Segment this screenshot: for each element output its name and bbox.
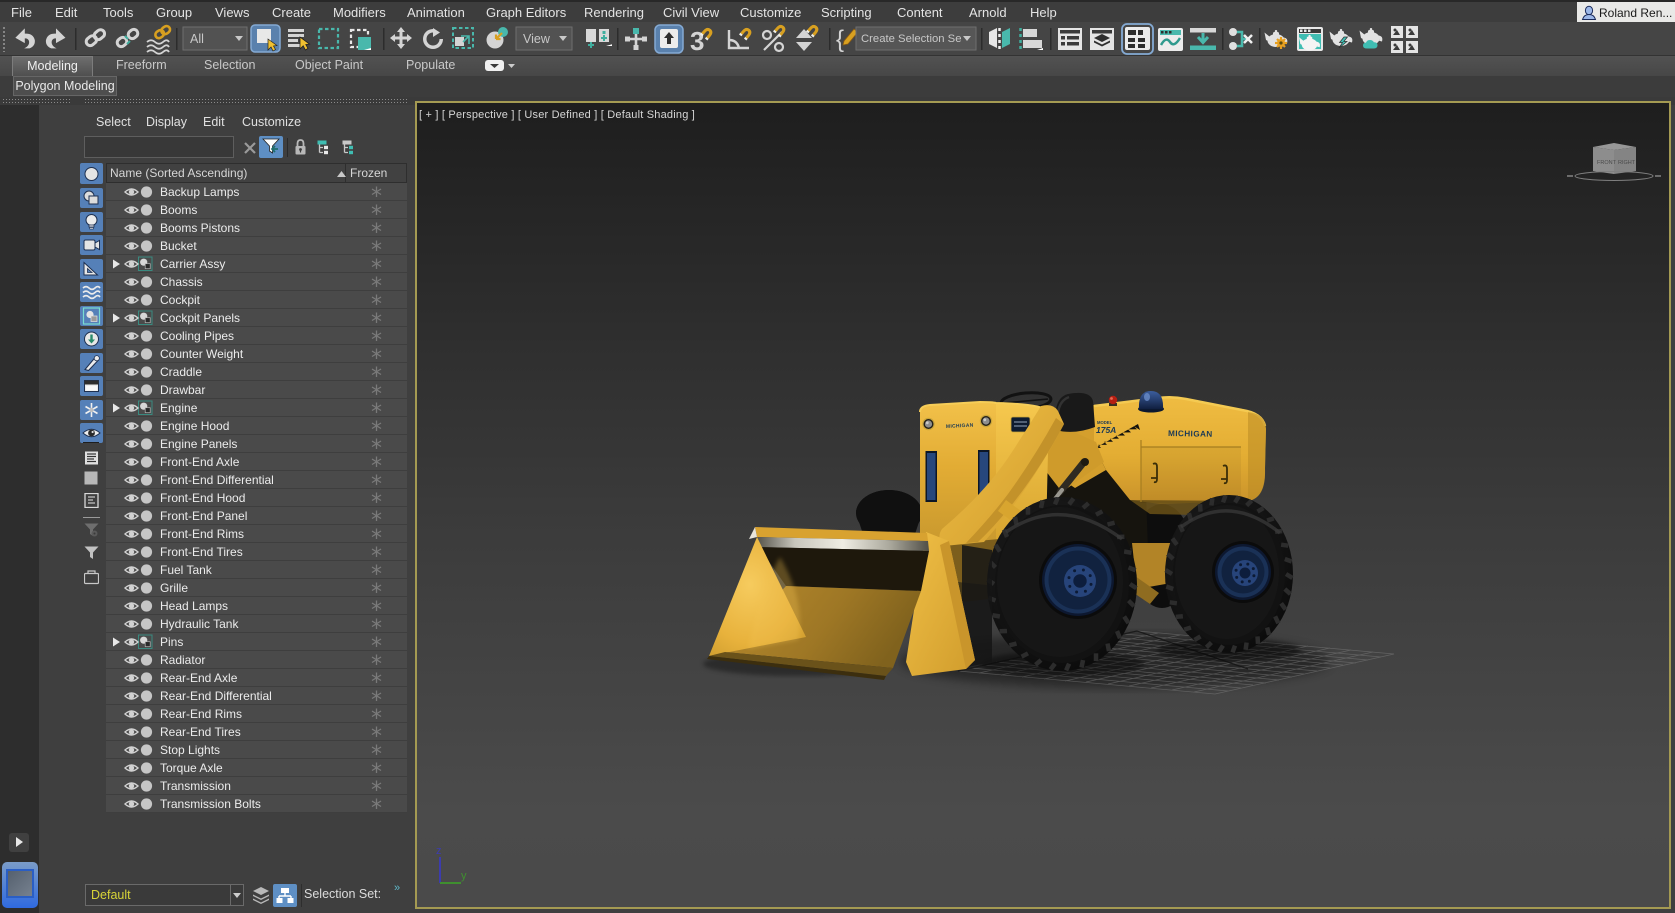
svg-text:175A: 175A (1096, 425, 1116, 435)
svg-text:y: y (461, 870, 467, 882)
svg-text:RIGHT: RIGHT (1618, 160, 1636, 166)
svg-text:z: z (436, 845, 442, 857)
svg-text:MICHIGAN: MICHIGAN (1168, 429, 1213, 439)
svg-text:FRONT: FRONT (1597, 160, 1617, 166)
